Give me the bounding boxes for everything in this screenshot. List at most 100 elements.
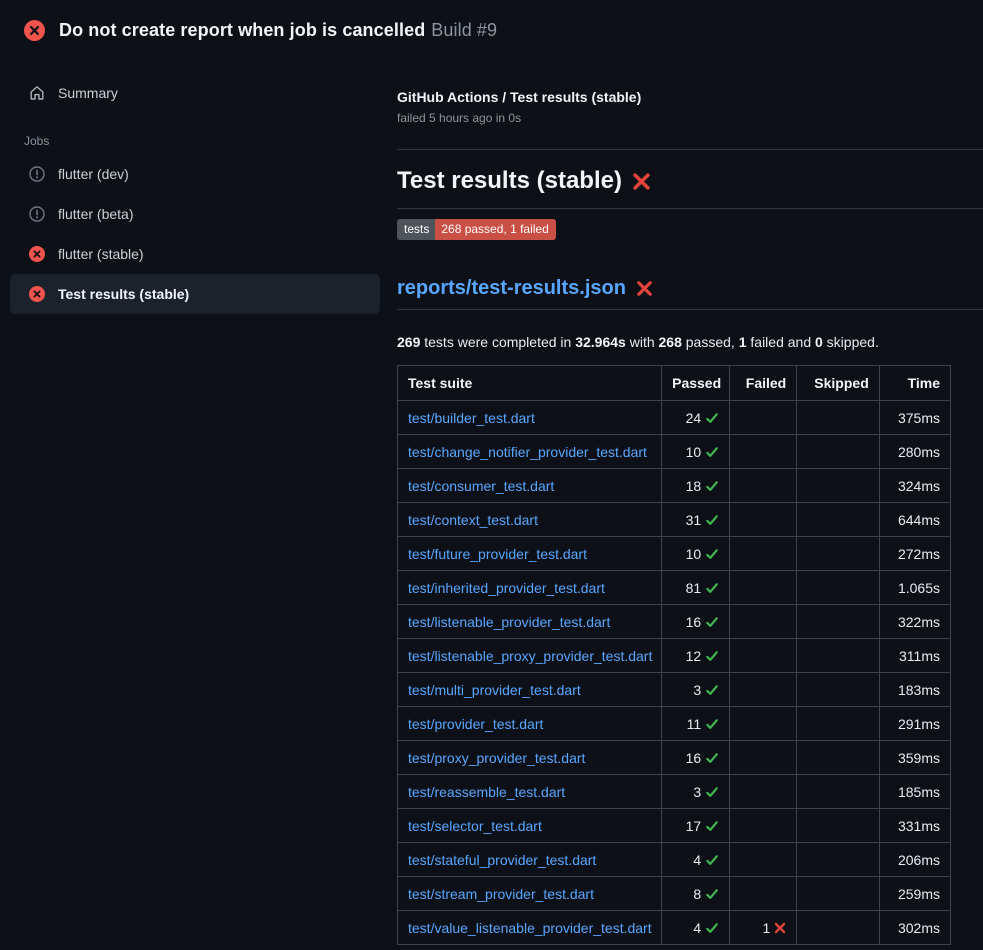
- suite-link[interactable]: test/provider_test.dart: [408, 716, 543, 732]
- summary-segment: 0: [815, 334, 823, 350]
- time-cell: 324ms: [879, 469, 950, 503]
- check-icon: [705, 581, 719, 595]
- suite-cell: test/proxy_provider_test.dart: [398, 741, 662, 775]
- skipped-cell: [797, 605, 880, 639]
- check-icon: [705, 785, 719, 799]
- failed-icon: [28, 286, 45, 302]
- suite-link[interactable]: test/proxy_provider_test.dart: [408, 750, 585, 766]
- run-status-text: failed 5 hours ago in 0s: [397, 109, 983, 127]
- suite-link[interactable]: test/listenable_proxy_provider_test.dart: [408, 648, 652, 664]
- suite-cell: test/consumer_test.dart: [398, 469, 662, 503]
- table-row: test/stream_provider_test.dart8 259ms: [398, 877, 951, 911]
- table-row: test/change_notifier_provider_test.dart 1…: [398, 435, 951, 469]
- suite-cell: test/multi_provider_test.dart: [398, 673, 662, 707]
- passed-cell: 16: [662, 605, 730, 639]
- time-cell: 644ms: [879, 503, 950, 537]
- passed-cell: 81: [662, 571, 730, 605]
- suite-cell: test/listenable_proxy_provider_test.dart: [398, 639, 662, 673]
- sidebar-item-flutter-beta[interactable]: flutter (beta): [10, 194, 380, 234]
- skipped-cell: [797, 843, 880, 877]
- column-header-test-suite: Test suite: [398, 366, 662, 401]
- suite-link[interactable]: test/selector_test.dart: [408, 818, 542, 834]
- run-failed-icon: [24, 20, 45, 41]
- home-icon: [28, 85, 45, 101]
- time-cell: 185ms: [879, 775, 950, 809]
- suite-link[interactable]: test/stateful_provider_test.dart: [408, 852, 596, 868]
- suite-link[interactable]: test/change_notifier_provider_test.dart: [408, 444, 647, 460]
- suite-link[interactable]: test/multi_provider_test.dart: [408, 682, 581, 698]
- time-cell: 272ms: [879, 537, 950, 571]
- failed-cell: 1: [730, 911, 797, 945]
- passed-cell: 16: [662, 741, 730, 775]
- cancelled-icon: [28, 206, 45, 222]
- check-icon: [705, 819, 719, 833]
- failed-cell: [730, 401, 797, 435]
- failed-cell: [730, 503, 797, 537]
- check-icon: [705, 887, 719, 901]
- suite-link[interactable]: test/reassemble_test.dart: [408, 784, 565, 800]
- skipped-cell: [797, 775, 880, 809]
- failed-cell: [730, 469, 797, 503]
- skipped-cell: [797, 741, 880, 775]
- table-row: test/consumer_test.dart18 324ms: [398, 469, 951, 503]
- suite-cell: test/builder_test.dart: [398, 401, 662, 435]
- time-cell: 311ms: [879, 639, 950, 673]
- skipped-cell: [797, 673, 880, 707]
- divider: [397, 149, 983, 150]
- suite-link[interactable]: test/future_provider_test.dart: [408, 546, 587, 562]
- failed-icon: [28, 246, 45, 262]
- suite-link[interactable]: test/listenable_provider_test.dart: [408, 614, 610, 630]
- sidebar-item-summary[interactable]: Summary: [10, 76, 380, 110]
- failed-cell: [730, 877, 797, 911]
- suite-link[interactable]: test/stream_provider_test.dart: [408, 886, 594, 902]
- table-row: test/builder_test.dart24 375ms: [398, 401, 951, 435]
- suite-cell: test/stream_provider_test.dart: [398, 877, 662, 911]
- check-icon: [705, 853, 719, 867]
- table-row: test/stateful_provider_test.dart4 206ms: [398, 843, 951, 877]
- suite-cell: test/inherited_provider_test.dart: [398, 571, 662, 605]
- suite-link[interactable]: test/context_test.dart: [408, 512, 538, 528]
- suite-cell: test/provider_test.dart: [398, 707, 662, 741]
- summary-segment: failed and: [747, 334, 816, 350]
- suite-link[interactable]: test/consumer_test.dart: [408, 478, 554, 494]
- suite-link[interactable]: test/inherited_provider_test.dart: [408, 580, 605, 596]
- suite-link[interactable]: test/value_listenable_provider_test.dart: [408, 920, 652, 936]
- sidebar-item-label: Test results (stable): [58, 286, 189, 302]
- badge-value: 268 passed, 1 failed: [435, 219, 555, 240]
- check-icon: [705, 717, 719, 731]
- table-row: test/proxy_provider_test.dart16 359ms: [398, 741, 951, 775]
- sidebar-item-test-results-stable[interactable]: Test results (stable): [10, 274, 380, 314]
- suite-link[interactable]: test/builder_test.dart: [408, 410, 535, 426]
- skipped-cell: [797, 639, 880, 673]
- column-header-passed: Passed: [662, 366, 730, 401]
- summary-segment: 268: [659, 334, 682, 350]
- failed-cell: [730, 435, 797, 469]
- passed-cell: 10: [662, 435, 730, 469]
- summary-segment: tests were completed in: [420, 334, 575, 350]
- report-link[interactable]: reports/test-results.json: [397, 274, 626, 302]
- skipped-cell: [797, 435, 880, 469]
- failed-cell: [730, 571, 797, 605]
- tests-badge: tests 268 passed, 1 failed: [397, 219, 556, 240]
- sidebar-item-flutter-dev[interactable]: flutter (dev): [10, 154, 380, 194]
- check-icon: [705, 649, 719, 663]
- check-icon: [705, 683, 719, 697]
- time-cell: 291ms: [879, 707, 950, 741]
- table-row: test/reassemble_test.dart 3 185ms: [398, 775, 951, 809]
- suite-cell: test/context_test.dart: [398, 503, 662, 537]
- sidebar-item-flutter-stable[interactable]: flutter (stable): [10, 234, 380, 274]
- passed-cell: 3: [662, 775, 730, 809]
- column-header-failed: Failed: [730, 366, 797, 401]
- table-row: test/multi_provider_test.dart3 183ms: [398, 673, 951, 707]
- run-header: Do not create report when job is cancell…: [0, 0, 983, 56]
- badge-label: tests: [397, 219, 435, 240]
- section-title-text: Test results (stable): [397, 166, 622, 196]
- check-icon: [705, 921, 719, 935]
- check-icon: [705, 513, 719, 527]
- passed-cell: 10: [662, 537, 730, 571]
- time-cell: 206ms: [879, 843, 950, 877]
- summary-segment: passed,: [682, 334, 739, 350]
- failed-x-icon: [636, 280, 653, 297]
- column-header-skipped: Skipped: [797, 366, 880, 401]
- passed-cell: 3: [662, 673, 730, 707]
